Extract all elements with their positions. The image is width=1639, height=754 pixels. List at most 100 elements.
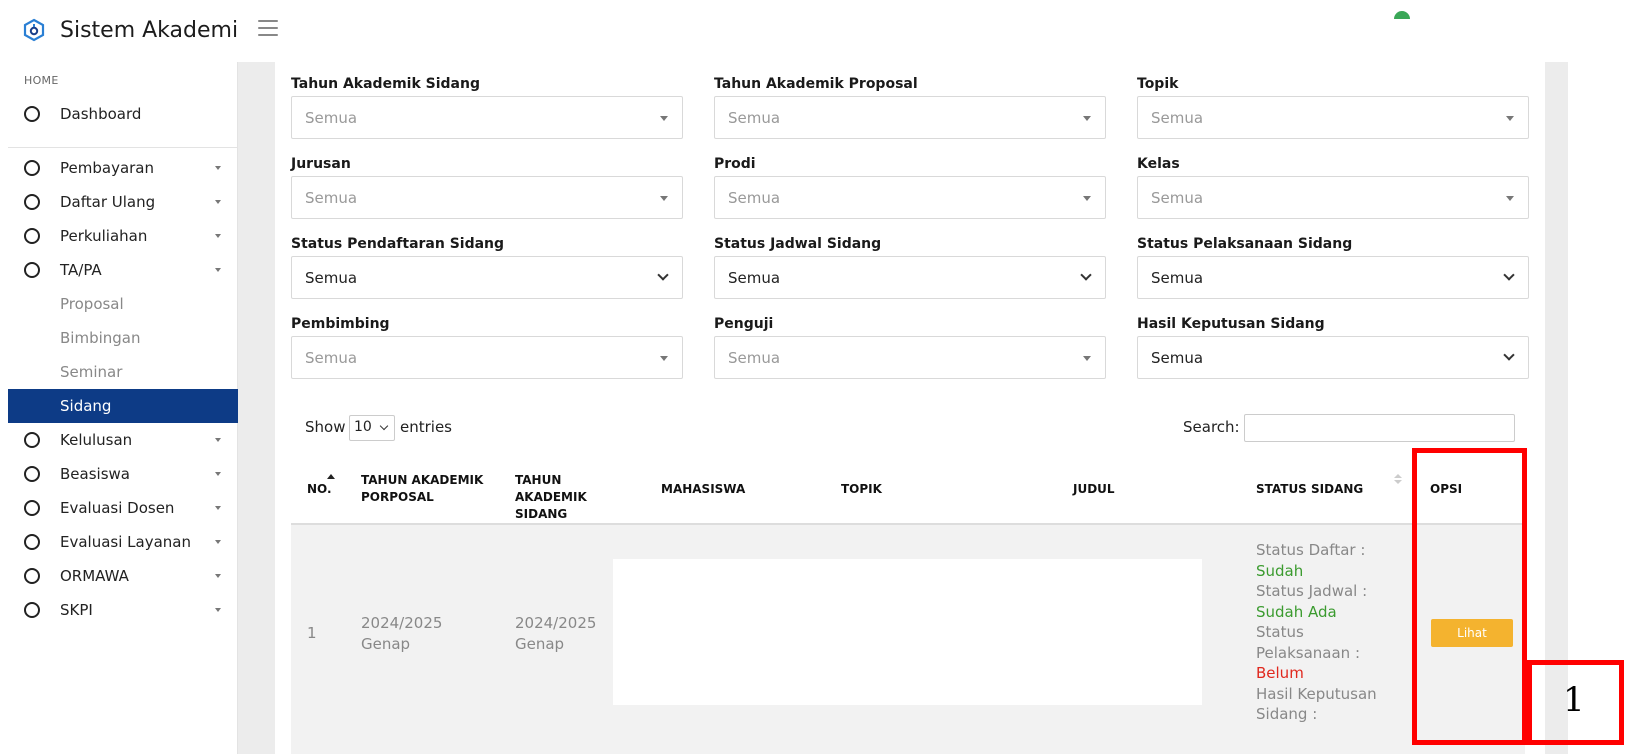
select-value: Semua: [728, 349, 781, 367]
highlight-box: [1412, 448, 1527, 745]
circle-icon: [24, 466, 40, 482]
filter-label: Penguji: [714, 316, 774, 332]
filter-label: Tahun Akademik Sidang: [291, 76, 480, 92]
caret-down-icon: [215, 200, 221, 204]
chevron-down-icon: [1503, 269, 1515, 281]
cell-tahun-proposal: 2024/2025 Genap: [361, 614, 443, 653]
sidebar-item-evaluasi-dosen[interactable]: Evaluasi Dosen: [8, 491, 238, 525]
caret-down-icon: [215, 574, 221, 578]
status-daftar-value: Sudah: [1256, 561, 1304, 580]
chevron-down-icon: [379, 421, 389, 431]
select-value: Semua: [1151, 189, 1204, 207]
caret-down-icon: [215, 234, 221, 238]
chevron-down-icon: [657, 269, 669, 281]
sidebar-subitem-bimbingan[interactable]: Bimbingan: [8, 321, 238, 355]
select-value: Semua: [305, 349, 358, 367]
sidebar-item-beasiswa[interactable]: Beasiswa: [8, 457, 238, 491]
select-value: Semua: [1151, 269, 1204, 287]
filter-label: Status Pendaftaran Sidang: [291, 236, 505, 252]
status-daftar-label: Status Daftar :: [1256, 541, 1366, 559]
tahun-akademik-proposal-select[interactable]: Semua: [714, 96, 1106, 139]
hasil-keputusan-label: Hasil Keputusan Sidang :: [1256, 684, 1377, 724]
show-label: Show: [305, 418, 346, 436]
caret-down-icon: [660, 116, 668, 121]
circle-icon: [24, 262, 40, 278]
select-value: Semua: [305, 269, 358, 287]
column-header-no[interactable]: NO.: [307, 481, 332, 498]
caret-down-icon: [660, 196, 668, 201]
filter-label: Status Jadwal Sidang: [714, 236, 882, 252]
sidebar-item-label: Pembayaran: [60, 159, 154, 177]
tahun-akademik-sidang-select[interactable]: Semua: [291, 96, 683, 139]
filter-label: Tahun Akademik Proposal: [714, 76, 918, 92]
sidebar-divider: [8, 147, 238, 148]
column-header-tahun-proposal[interactable]: TAHUN AKADEMIK PORPOSAL: [361, 472, 491, 506]
caret-down-icon: [215, 268, 221, 272]
chevron-down-icon: [1503, 349, 1515, 361]
top-header: Sistem Akademik: [0, 0, 1639, 60]
sidebar-subitem-label: Seminar: [60, 363, 123, 381]
caret-down-icon: [215, 472, 221, 476]
sidebar-item-kelulusan[interactable]: Kelulusan: [8, 423, 238, 457]
status-jadwal-sidang-select[interactable]: Semua: [714, 256, 1106, 299]
sidebar-item-skpi[interactable]: SKPI: [8, 593, 238, 627]
caret-down-icon: [660, 356, 668, 361]
menu-toggle-icon[interactable]: [258, 20, 278, 38]
filter-label: Status Pelaksanaan Sidang: [1137, 236, 1353, 252]
column-header-judul[interactable]: JUDUL: [1073, 481, 1115, 498]
caret-down-icon: [1083, 196, 1091, 201]
caret-down-icon: [215, 166, 221, 170]
sidebar-subitem-label: Proposal: [60, 295, 124, 313]
filter-label: Hasil Keputusan Sidang: [1137, 316, 1325, 332]
select-value: Semua: [728, 109, 781, 127]
sidebar-item-daftar-ulang[interactable]: Daftar Ulang: [8, 185, 238, 219]
sidebar-item-ormawa[interactable]: ORMAWA: [8, 559, 238, 593]
sidebar-item-ta-pa[interactable]: TA/PA: [8, 253, 238, 287]
column-header-mahasiswa[interactable]: MAHASISWA: [661, 481, 745, 498]
select-value: Semua: [1151, 109, 1204, 127]
search-input[interactable]: [1244, 414, 1515, 442]
status-pelaksanaan-value: Belum: [1256, 664, 1304, 682]
sidebar-item-pembayaran[interactable]: Pembayaran: [8, 151, 238, 185]
sort-icon: [1394, 474, 1402, 486]
sort-ascending-icon: [327, 474, 335, 479]
select-value: 10: [354, 419, 372, 435]
circle-icon: [24, 194, 40, 210]
cell-tahun-sidang: 2024/2025 Genap: [515, 614, 597, 653]
prodi-select[interactable]: Semua: [714, 176, 1106, 219]
topik-select[interactable]: Semua: [1137, 96, 1529, 139]
sidebar-item-label: SKPI: [60, 601, 93, 619]
pembimbing-select[interactable]: Semua: [291, 336, 683, 379]
hasil-keputusan-sidang-select[interactable]: Semua: [1137, 336, 1529, 379]
jurusan-select[interactable]: Semua: [291, 176, 683, 219]
sidebar-item-label: ORMAWA: [60, 567, 129, 585]
status-pendaftaran-sidang-select[interactable]: Semua: [291, 256, 683, 299]
sidebar-item-evaluasi-layanan[interactable]: Evaluasi Layanan: [8, 525, 238, 559]
app-logo-icon: [23, 18, 45, 42]
sidebar-subitem-proposal[interactable]: Proposal: [8, 287, 238, 321]
sidebar-item-dashboard[interactable]: Dashboard: [8, 97, 238, 131]
search-label: Search:: [1183, 418, 1240, 436]
sidebar-section-heading: HOME: [24, 74, 59, 87]
sidebar-subitem-sidang[interactable]: Sidang: [8, 389, 238, 423]
status-jadwal-label: Status Jadwal :: [1256, 582, 1368, 600]
column-header-topik[interactable]: TOPIK: [841, 481, 882, 498]
sidebar-item-perkuliahan[interactable]: Perkuliahan: [8, 219, 238, 253]
redacted-area: [613, 559, 1202, 705]
caret-down-icon: [1083, 356, 1091, 361]
column-header-status-sidang[interactable]: STATUS SIDANG: [1256, 481, 1363, 498]
sidebar-subitem-label: Bimbingan: [60, 329, 141, 347]
page-size-select[interactable]: 10: [349, 415, 395, 441]
circle-icon: [24, 568, 40, 584]
circle-icon: [24, 228, 40, 244]
status-pelaksanaan-sidang-select[interactable]: Semua: [1137, 256, 1529, 299]
column-header-tahun-sidang[interactable]: TAHUN AKADEMIK SIDANG: [515, 472, 635, 523]
penguji-select[interactable]: Semua: [714, 336, 1106, 379]
filter-label: Jurusan: [291, 156, 351, 172]
kelas-select[interactable]: Semua: [1137, 176, 1529, 219]
sidebar-subitem-seminar[interactable]: Seminar: [8, 355, 238, 389]
caret-down-icon: [215, 540, 221, 544]
caret-down-icon: [215, 506, 221, 510]
sidebar: HOME Dashboard Pembayaran Daftar Ulang P…: [8, 62, 238, 754]
circle-icon: [24, 534, 40, 550]
